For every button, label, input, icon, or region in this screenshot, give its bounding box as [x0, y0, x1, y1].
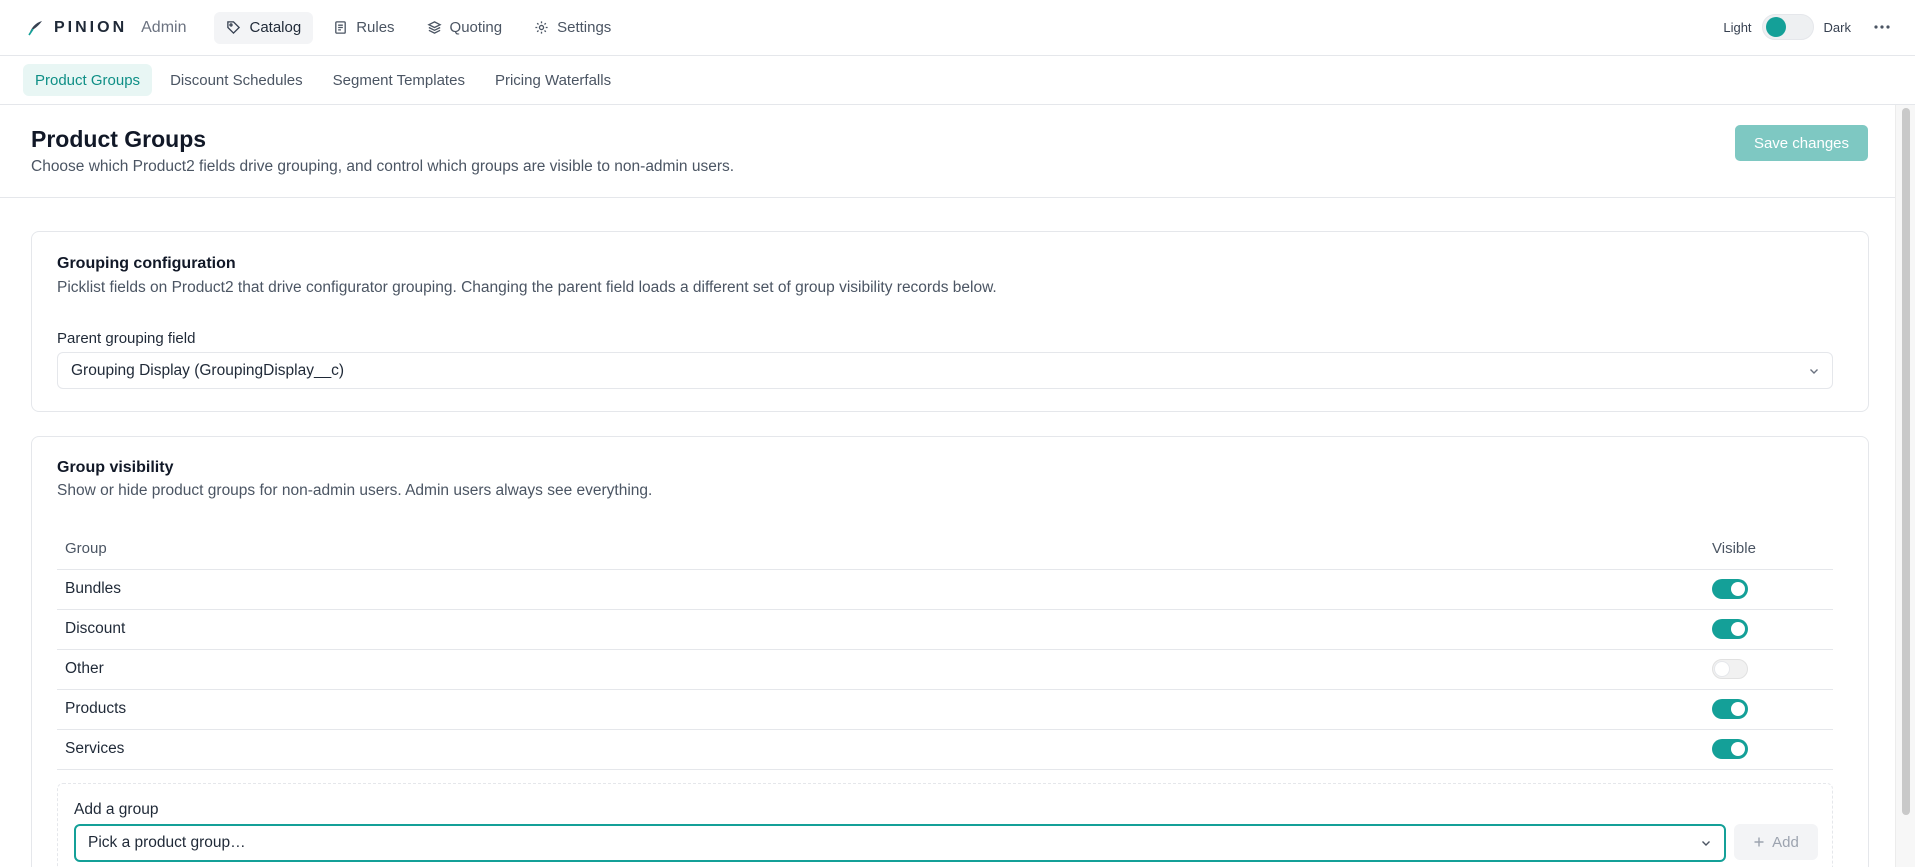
group-visibility-table: Group Visible Bundles Discount Other Pro…: [57, 529, 1833, 770]
tab-discount-schedules[interactable]: Discount Schedules: [158, 64, 315, 96]
layers-icon: [426, 21, 442, 34]
theme-toggle: Light Dark: [1723, 14, 1851, 40]
group-name: Services: [65, 740, 125, 757]
table-row: Discount: [57, 610, 1833, 650]
brand[interactable]: PINION Admin: [26, 19, 186, 37]
nav-settings[interactable]: Settings: [522, 12, 623, 44]
visibility-toggle-services[interactable]: [1712, 739, 1748, 759]
visibility-toggle-other[interactable]: [1712, 659, 1748, 679]
chevron-down-icon: [1810, 368, 1818, 374]
plus-icon: [1754, 837, 1764, 847]
parent-grouping-value: Grouping Display (GroupingDisplay__c): [71, 361, 345, 379]
nav-catalog[interactable]: Catalog: [214, 11, 314, 44]
tab-product-groups[interactable]: Product Groups: [23, 64, 153, 96]
visibility-card-description: Show or hide product groups for non-admi…: [57, 482, 653, 499]
more-horizontal-icon: [1874, 25, 1890, 29]
top-nav: Catalog Rules Quoting Settings: [214, 11, 623, 44]
visibility-card-title: Group visibility: [57, 459, 174, 476]
table-row: Bundles: [57, 570, 1833, 610]
page-subtitle: Choose which Product2 fields drive group…: [31, 158, 735, 175]
page-header: Product Groups Choose which Product2 fie…: [0, 105, 1895, 198]
parent-grouping-select[interactable]: Grouping Display (GroupingDisplay__c): [57, 352, 1833, 389]
page-title: Product Groups: [31, 126, 207, 152]
theme-dark-label: Dark: [1823, 19, 1851, 35]
theme-switch[interactable]: [1761, 14, 1814, 40]
page-scrollbar[interactable]: [1895, 105, 1915, 867]
table-row: Products: [57, 690, 1833, 730]
nav-rules-label: Rules: [356, 19, 395, 36]
visibility-toggle-products[interactable]: [1712, 699, 1748, 719]
nav-settings-label: Settings: [557, 19, 612, 36]
theme-switch-knob: [1765, 17, 1786, 37]
column-header-visible: Visible: [1712, 540, 1756, 557]
chevron-down-icon: [1702, 841, 1710, 846]
tab-pricing-waterfalls[interactable]: Pricing Waterfalls: [483, 64, 623, 96]
add-group-panel: Add a group Pick a product group… Add: [57, 783, 1833, 867]
grouping-card-description: Picklist fields on Product2 that drive c…: [57, 279, 997, 296]
tag-icon: [227, 21, 241, 35]
product-group-select[interactable]: Pick a product group…: [74, 824, 1726, 862]
product-group-placeholder: Pick a product group…: [88, 834, 246, 851]
theme-light-label: Light: [1723, 19, 1752, 35]
scrollbar-thumb[interactable]: [1902, 108, 1910, 815]
tab-segment-templates[interactable]: Segment Templates: [321, 64, 477, 96]
nav-catalog-label: Catalog: [249, 19, 302, 36]
brand-name: PINION: [54, 18, 128, 36]
gear-icon: [535, 21, 548, 34]
save-changes-button[interactable]: Save changes: [1735, 125, 1868, 161]
brand-subtitle: Admin: [141, 18, 187, 36]
grouping-card-title: Grouping configuration: [57, 255, 236, 272]
visibility-toggle-discount[interactable]: [1712, 619, 1748, 639]
add-button-label: Add: [1772, 833, 1799, 851]
group-name: Discount: [65, 620, 126, 637]
nav-rules[interactable]: Rules: [321, 12, 406, 44]
add-group-label: Add a group: [74, 801, 159, 818]
more-options-button[interactable]: [1869, 14, 1895, 40]
table-row: Other: [57, 650, 1833, 690]
top-bar: PINION Admin Catalog Rules Quoting Setti…: [0, 0, 1915, 56]
group-name: Products: [65, 700, 127, 717]
group-visibility-card: Group visibility Show or hide product gr…: [31, 436, 1869, 867]
table-row: Services: [57, 730, 1833, 770]
column-header-group: Group: [65, 540, 107, 557]
table-header: Group Visible: [57, 529, 1833, 570]
nav-quoting[interactable]: Quoting: [415, 12, 515, 44]
brand-logo-icon: [26, 19, 44, 37]
group-name: Bundles: [65, 580, 122, 597]
document-icon: [335, 21, 347, 34]
sub-tabs: Product Groups Discount Schedules Segmen…: [0, 56, 1915, 105]
visibility-toggle-bundles[interactable]: [1712, 579, 1748, 599]
add-group-button[interactable]: Add: [1734, 824, 1818, 860]
nav-quoting-label: Quoting: [449, 19, 503, 36]
grouping-configuration-card: Grouping configuration Picklist fields o…: [31, 231, 1869, 412]
group-name: Other: [65, 660, 104, 677]
parent-grouping-field-label: Parent grouping field: [57, 330, 196, 347]
